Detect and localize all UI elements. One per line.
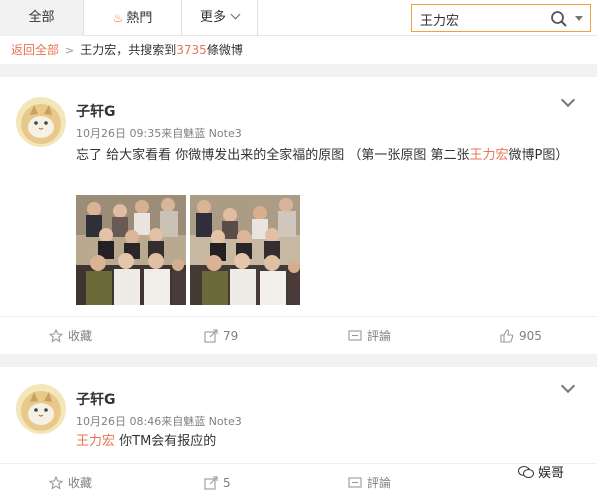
search-box	[411, 4, 591, 32]
highlight-keyword[interactable]: 王力宏	[76, 434, 115, 449]
dropdown-arrow-icon[interactable]	[575, 16, 583, 21]
thumbs-up-icon	[500, 329, 514, 343]
comment-button[interactable]: 評論	[348, 317, 418, 355]
repost-icon	[204, 329, 218, 343]
post-photo[interactable]	[190, 195, 300, 305]
post-meta: 10月26日 08:46来自魅蓝 Note3	[76, 415, 242, 428]
highlight-keyword[interactable]: 王力宏	[470, 148, 509, 163]
comment-button[interactable]: 評論	[348, 464, 418, 501]
chevron-down-icon	[230, 9, 241, 20]
result-text-2: 條微博	[206, 43, 243, 57]
tab-all-label: 全部	[28, 10, 55, 25]
comment-label: 評論	[367, 329, 392, 343]
repost-icon	[204, 476, 218, 490]
post-meta: 10月26日 09:35来自魅蓝 Note3	[76, 127, 242, 140]
like-button[interactable]: 905	[500, 317, 560, 355]
tab-hot[interactable]: ♨ 熱門	[84, 0, 182, 36]
search-icon[interactable]	[550, 10, 568, 28]
result-text-1: ，共搜索到	[116, 43, 177, 57]
tab-all[interactable]: 全部	[0, 0, 84, 36]
top-nav-bar: 全部 ♨ 熱門 更多	[0, 0, 597, 36]
star-icon	[49, 329, 63, 343]
post-action-bar: 收藏 79 評論 905	[0, 316, 597, 354]
comment-icon	[348, 477, 362, 488]
comment-label: 評論	[367, 476, 392, 490]
tab-hot-label: 熱門	[126, 11, 153, 26]
avatar[interactable]	[16, 97, 66, 147]
post-text-part: 忘了 给大家看看 你微博发出来的全家福的原图 （第一张原图 第二张	[76, 148, 470, 163]
back-to-all-link[interactable]: 返回全部	[11, 43, 59, 57]
post-text: 忘了 给大家看看 你微博发出来的全家福的原图 （第一张原图 第二张王力宏微博P图…	[76, 145, 581, 167]
post-text-part: 你TM会有报应的	[115, 434, 217, 449]
user-name[interactable]: 子轩G	[76, 389, 116, 409]
weibo-post: 子轩G 10月26日 08:46来自魅蓝 Note3 王力宏 你TM会有报应的 …	[0, 367, 597, 501]
chevron-down-icon[interactable]	[560, 378, 576, 394]
post-action-bar: 收藏 5 評論	[0, 463, 597, 501]
comment-icon	[348, 330, 362, 341]
favorite-button[interactable]: 收藏	[49, 317, 129, 355]
favorite-label: 收藏	[68, 329, 93, 343]
fire-icon: ♨	[112, 11, 124, 25]
result-count: 3735	[176, 43, 207, 57]
chevron-right-icon: >	[65, 44, 75, 57]
post-text: 王力宏 你TM会有报应的	[76, 431, 581, 453]
watermark: 娱哥	[518, 462, 564, 481]
search-input[interactable]	[420, 10, 540, 28]
post-text-part: 微博P图）	[508, 148, 569, 163]
wechat-icon	[518, 466, 534, 478]
user-name[interactable]: 子轩G	[76, 101, 116, 121]
star-icon	[49, 476, 63, 490]
search-term: 王力宏	[80, 43, 117, 57]
repost-count: 79	[223, 329, 239, 343]
like-count: 905	[519, 329, 542, 343]
breadcrumb: 返回全部 > 王力宏，共搜索到3735條微博	[0, 36, 597, 64]
favorite-button[interactable]: 收藏	[49, 464, 129, 501]
repost-count: 5	[223, 476, 231, 490]
favorite-label: 收藏	[68, 476, 93, 490]
repost-button[interactable]: 79	[204, 317, 264, 355]
watermark-text: 娱哥	[538, 466, 565, 481]
post-photo[interactable]	[76, 195, 186, 305]
tab-more-label: 更多	[199, 10, 226, 25]
chevron-down-icon[interactable]	[560, 92, 576, 108]
weibo-post: 子轩G 10月26日 09:35来自魅蓝 Note3 忘了 给大家看看 你微博发…	[0, 77, 597, 354]
avatar[interactable]	[16, 384, 66, 434]
repost-button[interactable]: 5	[204, 464, 264, 501]
tab-more[interactable]: 更多	[182, 0, 258, 36]
